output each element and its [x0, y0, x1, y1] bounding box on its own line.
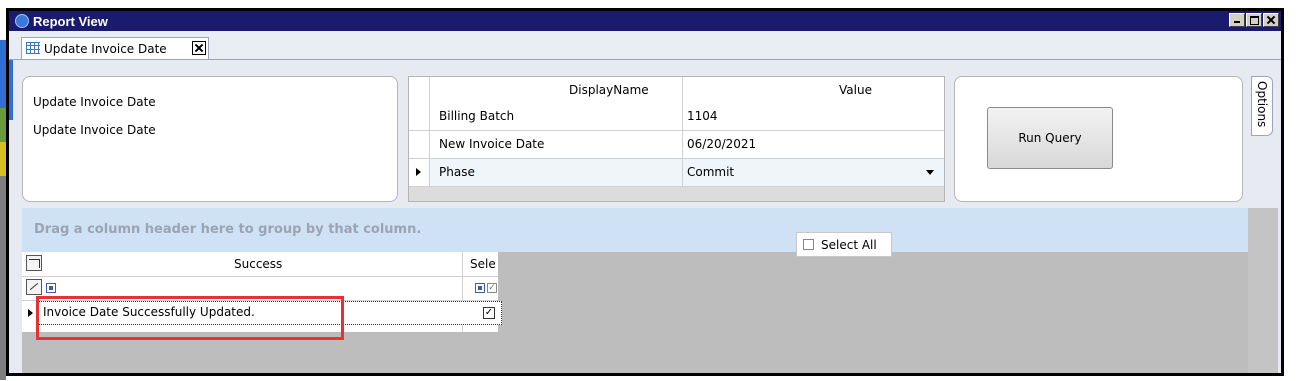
row-select-checkbox[interactable]: ✓ — [483, 307, 495, 319]
group-by-panel[interactable]: Drag a column header here to group by th… — [22, 208, 1248, 252]
select-all-checkbox[interactable] — [803, 239, 814, 250]
tab-close-icon[interactable] — [192, 41, 206, 55]
group-by-hint: Drag a column header here to group by th… — [34, 222, 422, 237]
select-all-label: Select All — [821, 238, 877, 252]
tab-strip: Update Invoice Date — [9, 31, 1281, 60]
results-grid-header: Success Sele — [22, 252, 498, 277]
description-panel: Update Invoice Date Update Invoice Date — [22, 76, 398, 202]
tab-label: Update Invoice Date — [44, 42, 167, 56]
column-header-displayname[interactable]: DisplayName — [569, 83, 649, 97]
right-side-strip — [1248, 208, 1278, 373]
options-label: Options — [1255, 81, 1269, 128]
column-header-success[interactable]: Success — [234, 257, 282, 271]
annotation-highlight-box — [36, 296, 344, 340]
parameter-name: Billing Batch — [439, 109, 515, 123]
run-panel: Run Query — [954, 76, 1243, 202]
window-controls — [1229, 13, 1279, 29]
minimize-icon[interactable] — [1229, 13, 1245, 27]
grid-icon — [26, 42, 40, 54]
parameter-row-billing-batch[interactable]: Billing Batch 1104 — [409, 103, 944, 131]
window-title: Report View — [33, 14, 108, 29]
current-row-icon — [416, 168, 421, 176]
column-chooser-icon[interactable] — [26, 255, 42, 271]
parameter-grid: DisplayName Value Billing Batch 1104 New… — [408, 76, 945, 202]
run-query-button[interactable]: Run Query — [987, 107, 1113, 169]
parameter-grid-header: DisplayName Value — [409, 77, 944, 104]
clear-filter-icon[interactable] — [26, 279, 42, 295]
phase-dropdown[interactable]: Commit — [687, 165, 734, 179]
parameter-value-new-invoice-date[interactable]: 06/20/2021 — [687, 137, 756, 151]
current-row-icon — [28, 309, 33, 317]
column-divider — [429, 77, 430, 103]
row-selector[interactable] — [409, 131, 430, 158]
app-icon — [15, 14, 29, 28]
parameter-name: New Invoice Date — [439, 137, 545, 151]
title-bar[interactable]: Report View — [9, 11, 1281, 31]
parameter-name: Phase — [439, 165, 475, 179]
filter-operator-icon[interactable] — [46, 283, 56, 293]
cell-divider — [682, 103, 683, 130]
cell-divider — [682, 131, 683, 158]
parameter-row-phase[interactable]: Phase Commit — [409, 159, 944, 187]
column-divider — [682, 77, 683, 103]
column-header-select[interactable]: Sele — [470, 257, 496, 271]
filter-checkbox[interactable]: ✓ — [487, 283, 497, 293]
close-window-icon[interactable] — [1263, 13, 1279, 27]
row-selector[interactable] — [409, 159, 430, 186]
parameter-row-new-invoice-date[interactable]: New Invoice Date 06/20/2021 — [409, 131, 944, 159]
description-line: Update Invoice Date — [33, 95, 156, 109]
left-accent — [9, 60, 13, 120]
tab-update-invoice-date[interactable]: Update Invoice Date — [21, 37, 209, 59]
filter-operator-icon[interactable] — [475, 283, 485, 293]
parameter-value-billing-batch[interactable]: 1104 — [687, 109, 718, 123]
maximize-icon[interactable] — [1246, 13, 1262, 27]
cell-divider — [682, 159, 683, 186]
description-line: Update Invoice Date — [33, 123, 156, 137]
column-header-value[interactable]: Value — [839, 83, 872, 97]
row-selector[interactable] — [409, 103, 430, 130]
chevron-down-icon[interactable] — [926, 170, 934, 175]
select-all-control[interactable]: Select All — [796, 232, 892, 257]
options-side-tab[interactable]: Options — [1251, 76, 1273, 136]
